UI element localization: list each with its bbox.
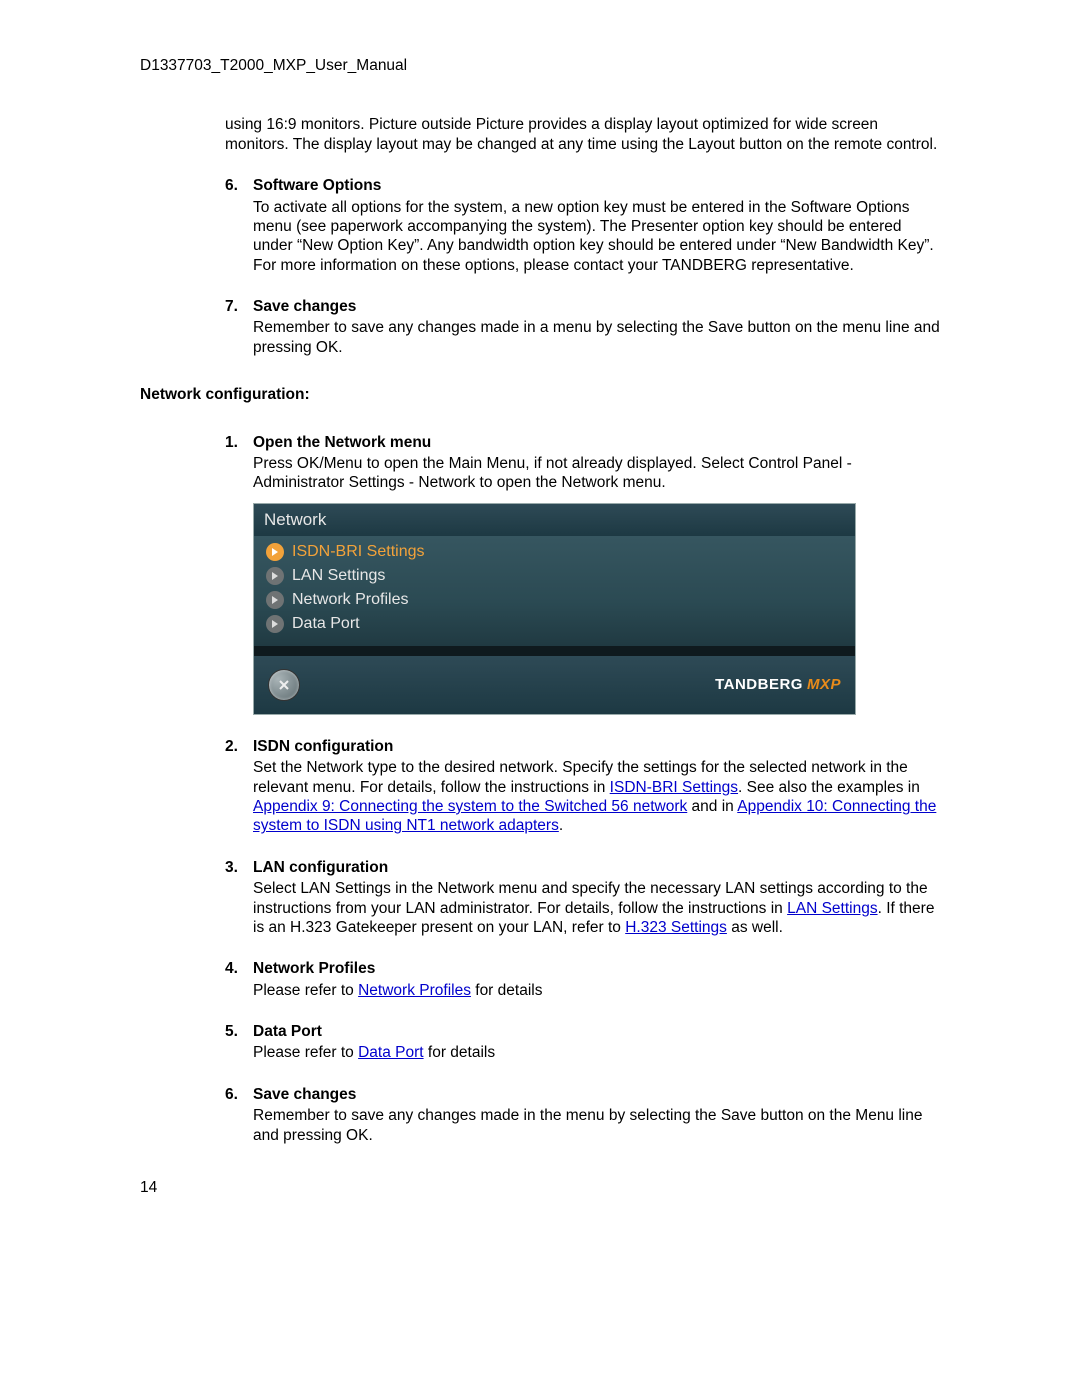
close-button[interactable]	[268, 669, 300, 701]
item-body: Press OK/Menu to open the Main Menu, if …	[253, 454, 940, 493]
menu-title: Network	[254, 504, 855, 536]
item-body: Set the Network type to the desired netw…	[253, 758, 940, 836]
menu-separator	[254, 646, 855, 656]
page-number: 14	[140, 1178, 157, 1197]
text: for details	[471, 982, 543, 999]
text: .	[559, 817, 563, 834]
menu-items: ISDN-BRI Settings LAN Settings	[254, 536, 855, 646]
list-number: 2.	[225, 737, 253, 836]
item-body: To activate all options for the system, …	[253, 198, 940, 276]
menu-item-isdn-bri[interactable]: ISDN-BRI Settings	[260, 540, 849, 564]
brand-logo: TANDBERG MXP	[715, 676, 841, 695]
intro-paragraph: using 16:9 monitors. Picture outside Pic…	[225, 115, 940, 154]
list-item-software-options: 6. Software Options To activate all opti…	[225, 176, 940, 275]
document-header: D1337703_T2000_MXP_User_Manual	[140, 56, 940, 75]
link-data-port[interactable]: Data Port	[358, 1044, 423, 1061]
text: and in	[687, 798, 737, 815]
item-title: Data Port	[253, 1022, 940, 1041]
item-title: ISDN configuration	[253, 737, 940, 756]
link-isdn-bri-settings[interactable]: ISDN-BRI Settings	[610, 779, 738, 796]
item-body: Remember to save any changes made in a m…	[253, 318, 940, 357]
link-h323-settings[interactable]: H.323 Settings	[625, 919, 727, 936]
menu-item-label: Data Port	[292, 614, 360, 634]
list-item-isdn-config: 2. ISDN configuration Set the Network ty…	[225, 737, 940, 836]
item-body: Please refer to Network Profiles for det…	[253, 981, 940, 1000]
list-item-data-port: 5. Data Port Please refer to Data Port f…	[225, 1022, 940, 1063]
text: as well.	[727, 919, 783, 936]
text: Please refer to	[253, 1044, 358, 1061]
network-menu-screenshot: Network ISDN-BRI Settings LA	[253, 503, 856, 715]
list-item-lan-config: 3. LAN configuration Select LAN Settings…	[225, 858, 940, 938]
list-item-save-changes: 7. Save changes Remember to save any cha…	[225, 297, 940, 357]
item-title: Network Profiles	[253, 959, 940, 978]
menu-item-profiles[interactable]: Network Profiles	[260, 588, 849, 612]
item-title: Open the Network menu	[253, 433, 940, 452]
page: D1337703_T2000_MXP_User_Manual using 16:…	[0, 0, 1080, 1397]
link-network-profiles[interactable]: Network Profiles	[358, 982, 471, 999]
menu-item-data-port[interactable]: Data Port	[260, 612, 849, 636]
network-config-heading: Network configuration:	[140, 385, 940, 404]
item-body: Remember to save any changes made in the…	[253, 1106, 940, 1145]
arrow-right-icon	[266, 543, 284, 561]
list-item-save-changes-net: 6. Save changes Remember to save any cha…	[225, 1085, 940, 1145]
item-body: Please refer to Data Port for details	[253, 1043, 940, 1062]
menu-item-label: Network Profiles	[292, 590, 408, 610]
list-number: 1.	[225, 433, 253, 715]
brand-text: TANDBERG	[715, 676, 803, 695]
link-lan-settings[interactable]: LAN Settings	[787, 900, 877, 917]
list-number: 6.	[225, 176, 253, 275]
arrow-right-icon	[266, 615, 284, 633]
list-number: 5.	[225, 1022, 253, 1063]
item-body: Select LAN Settings in the Network menu …	[253, 879, 940, 937]
item-title: Software Options	[253, 176, 940, 195]
menu-item-lan[interactable]: LAN Settings	[260, 564, 849, 588]
menu-item-label: ISDN-BRI Settings	[292, 542, 424, 562]
item-title: Save changes	[253, 1085, 940, 1104]
list-number: 4.	[225, 959, 253, 1000]
list-number: 7.	[225, 297, 253, 357]
menu-item-label: LAN Settings	[292, 566, 385, 586]
item-title: LAN configuration	[253, 858, 940, 877]
network-list: 1. Open the Network menu Press OK/Menu t…	[225, 433, 940, 1145]
arrow-right-icon	[266, 567, 284, 585]
brand-suffix: MXP	[807, 676, 841, 695]
arrow-right-icon	[266, 591, 284, 609]
list-number: 3.	[225, 858, 253, 938]
text: . See also the examples in	[738, 779, 920, 796]
item-title: Save changes	[253, 297, 940, 316]
list-number: 6.	[225, 1085, 253, 1145]
text: Please refer to	[253, 982, 358, 999]
list-item-network-profiles: 4. Network Profiles Please refer to Netw…	[225, 959, 940, 1000]
close-icon	[277, 678, 291, 692]
content-col: using 16:9 monitors. Picture outside Pic…	[225, 115, 940, 357]
link-appendix-9[interactable]: Appendix 9: Connecting the system to the…	[253, 798, 687, 815]
text: for details	[424, 1044, 496, 1061]
list-item-open-network: 1. Open the Network menu Press OK/Menu t…	[225, 433, 940, 715]
menu-footer: TANDBERG MXP	[254, 656, 855, 714]
